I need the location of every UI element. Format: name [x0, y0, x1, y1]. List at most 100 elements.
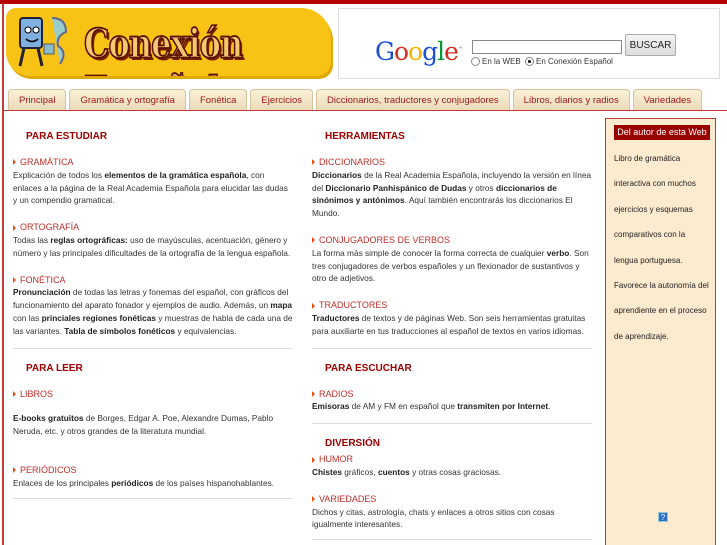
list-item: LIBROS E-books gratuitos de Borges, Edgar…: [13, 388, 293, 438]
radio-web-circle[interactable]: [471, 57, 480, 66]
bold-text: mapa: [270, 300, 293, 311]
item-link[interactable]: PERIÓDICOS: [13, 464, 293, 477]
section-divider: [13, 347, 293, 349]
item-description: Pronunciación de todas las letras y fone…: [13, 286, 293, 337]
section-divider: [312, 423, 592, 425]
item-description: Chistes gráficos, cuentos y otras cosas …: [312, 466, 592, 479]
item-link[interactable]: RADIOS: [312, 388, 592, 401]
text: Todas las: [13, 234, 51, 245]
tab-principal[interactable]: Principal: [8, 89, 67, 110]
left-border: [2, 4, 4, 545]
item-description: Todas las reglas ortográficas: uso de ma…: [13, 234, 293, 260]
bold-text: Traductores: [312, 312, 360, 323]
item-description: Emisoras de AM y FM en español que trans…: [312, 400, 592, 413]
list-item: DICCIONARIOS Diccionarios de la Real Acad…: [312, 156, 592, 220]
section-divider: [13, 497, 293, 499]
bold-text: Chistes: [312, 466, 342, 477]
item-link[interactable]: FONÉTICA: [13, 274, 293, 287]
radio-site-circle[interactable]: [525, 57, 534, 66]
text: Enlaces de los principales: [13, 477, 112, 488]
site-logo[interactable]: Conexión Español: [6, 8, 331, 76]
radio-web-label: En la WEB: [482, 57, 521, 66]
right-column: HERRAMIENTAS DICCIONARIOS Diccionarios de …: [312, 131, 592, 541]
list-item: GRAMÁTICA Explicación de todos los elemen…: [13, 156, 293, 207]
tab-gramatica[interactable]: Gramática y ortografía: [69, 89, 186, 110]
list-item: VARIEDADES Dichos y citas, astrología, ch…: [312, 493, 592, 531]
text: de AM y FM en español que: [349, 401, 458, 412]
bold-text: cuentos: [377, 466, 410, 477]
text: y equivalencias.: [175, 325, 237, 336]
bold-text: E-books gratuitos: [13, 413, 84, 424]
section-divider: [312, 347, 592, 349]
bold-text: Pronunciación: [13, 287, 71, 298]
tab-divider: [4, 110, 727, 111]
main-nav: Principal Gramática y ortografía Fonétic…: [8, 89, 703, 110]
list-item: HUMOR Chistes gráficos, cuentos y otras c…: [312, 453, 592, 479]
mascot-icon: [18, 17, 68, 67]
text: de los países hispanohablantes.: [153, 477, 275, 488]
item-description: E-books gratuitos de Borges, Edgar A. Po…: [13, 412, 293, 438]
item-description: Traductores de textos y de páginas Web. …: [312, 312, 592, 338]
section-divider: [312, 539, 592, 541]
text: y otros: [466, 182, 496, 193]
bold-text: reglas ortográficas:: [50, 234, 128, 245]
item-description: Explicación de todos los elementos de la…: [13, 169, 293, 207]
item-description: Enlaces de los principales periódicos de…: [13, 477, 293, 490]
list-item: RADIOS Emisoras de AM y FM en español que…: [312, 388, 592, 414]
top-bar: [0, 0, 727, 4]
search-box: Google™ BUSCAR En la WEB En Conexión Esp…: [338, 8, 720, 79]
item-link[interactable]: GRAMÁTICA: [13, 156, 293, 169]
item-link[interactable]: LIBROS: [13, 388, 293, 401]
bold-text: Diccionario Panhispánico de Dudas: [325, 182, 467, 193]
radio-site[interactable]: En Conexión Español: [525, 57, 613, 66]
section-heading: PARA ESCUCHAR: [325, 362, 412, 374]
bold-text: Tabla de símbolos fonéticos: [64, 325, 176, 336]
section-heading: HERRAMIENTAS: [325, 131, 405, 142]
item-description: La forma más simple de conocer la forma …: [312, 247, 592, 285]
tab-ejercicios[interactable]: Ejercicios: [250, 89, 314, 110]
text: gráficos,: [341, 466, 378, 477]
item-description: Diccionarios de la Real Academia Español…: [312, 169, 592, 220]
sidebar-heading: Del autor de esta Web: [614, 125, 710, 140]
text: Dichos y citas, astrología, chats y enla…: [312, 506, 555, 530]
item-description: Dichos y citas, astrología, chats y enla…: [312, 506, 592, 532]
radio-web[interactable]: En la WEB: [471, 57, 521, 66]
author-sidebar: Del autor de esta Web Libro de gramática…: [605, 118, 716, 545]
item-link[interactable]: DICCIONARIOS: [312, 156, 592, 169]
text: con las: [13, 312, 42, 323]
list-item: TRADUCTORES Traductores de textos y de pá…: [312, 299, 592, 337]
section-heading: PARA LEER: [26, 362, 83, 374]
tab-fonetica[interactable]: Fonética: [188, 89, 248, 110]
item-link[interactable]: HUMOR: [312, 453, 592, 466]
help-icon[interactable]: ?: [658, 512, 668, 522]
bold-text: princiales regiones fonéticas: [41, 312, 156, 323]
item-link[interactable]: VARIEDADES: [312, 493, 592, 506]
list-item: FONÉTICA Pronunciación de todas las letra…: [13, 274, 293, 338]
radio-site-label: En Conexión Español: [536, 57, 613, 66]
search-button[interactable]: BUSCAR: [625, 34, 676, 56]
item-link[interactable]: ORTOGRAFÍA: [13, 221, 293, 234]
sidebar-text[interactable]: Libro de gramática interactiva con mucho…: [606, 140, 715, 349]
search-input[interactable]: [472, 40, 622, 54]
section-heading: DIVERSIÓN: [325, 438, 381, 450]
list-item: ORTOGRAFÍA Todas las reglas ortográficas:…: [13, 221, 293, 259]
item-link[interactable]: TRADUCTORES: [312, 299, 592, 312]
tab-diccionarios[interactable]: Diccionarios, traductores y conjugadores: [316, 89, 510, 110]
bold-text: elementos de la gramática española: [104, 169, 247, 180]
tab-variedades[interactable]: Variedades: [632, 89, 703, 110]
list-item: CONJUGADORES DE VERBOS La forma más simpl…: [312, 234, 592, 285]
text: y otras cosas graciosas.: [409, 466, 502, 477]
tab-libros[interactable]: Libros, diarios y radios: [512, 89, 630, 110]
bold-text: verbo: [546, 247, 570, 258]
section-heading: PARA ESTUDIAR: [26, 131, 108, 142]
left-column: PARA ESTUDIAR GRAMÁTICA Explicación de tod…: [13, 131, 293, 499]
list-item: PERIÓDICOS Enlaces de los principales per…: [13, 464, 293, 490]
bold-text: Diccionarios: [312, 169, 362, 180]
google-logo: Google™: [375, 37, 463, 66]
text: .: [548, 401, 551, 412]
bold-text: Emisoras: [312, 401, 350, 412]
item-link[interactable]: CONJUGADORES DE VERBOS: [312, 234, 592, 247]
bold-text: transmiten por Internet: [457, 401, 549, 412]
text: Explicación de todos los: [13, 169, 105, 180]
bold-text: periódicos: [111, 477, 154, 488]
